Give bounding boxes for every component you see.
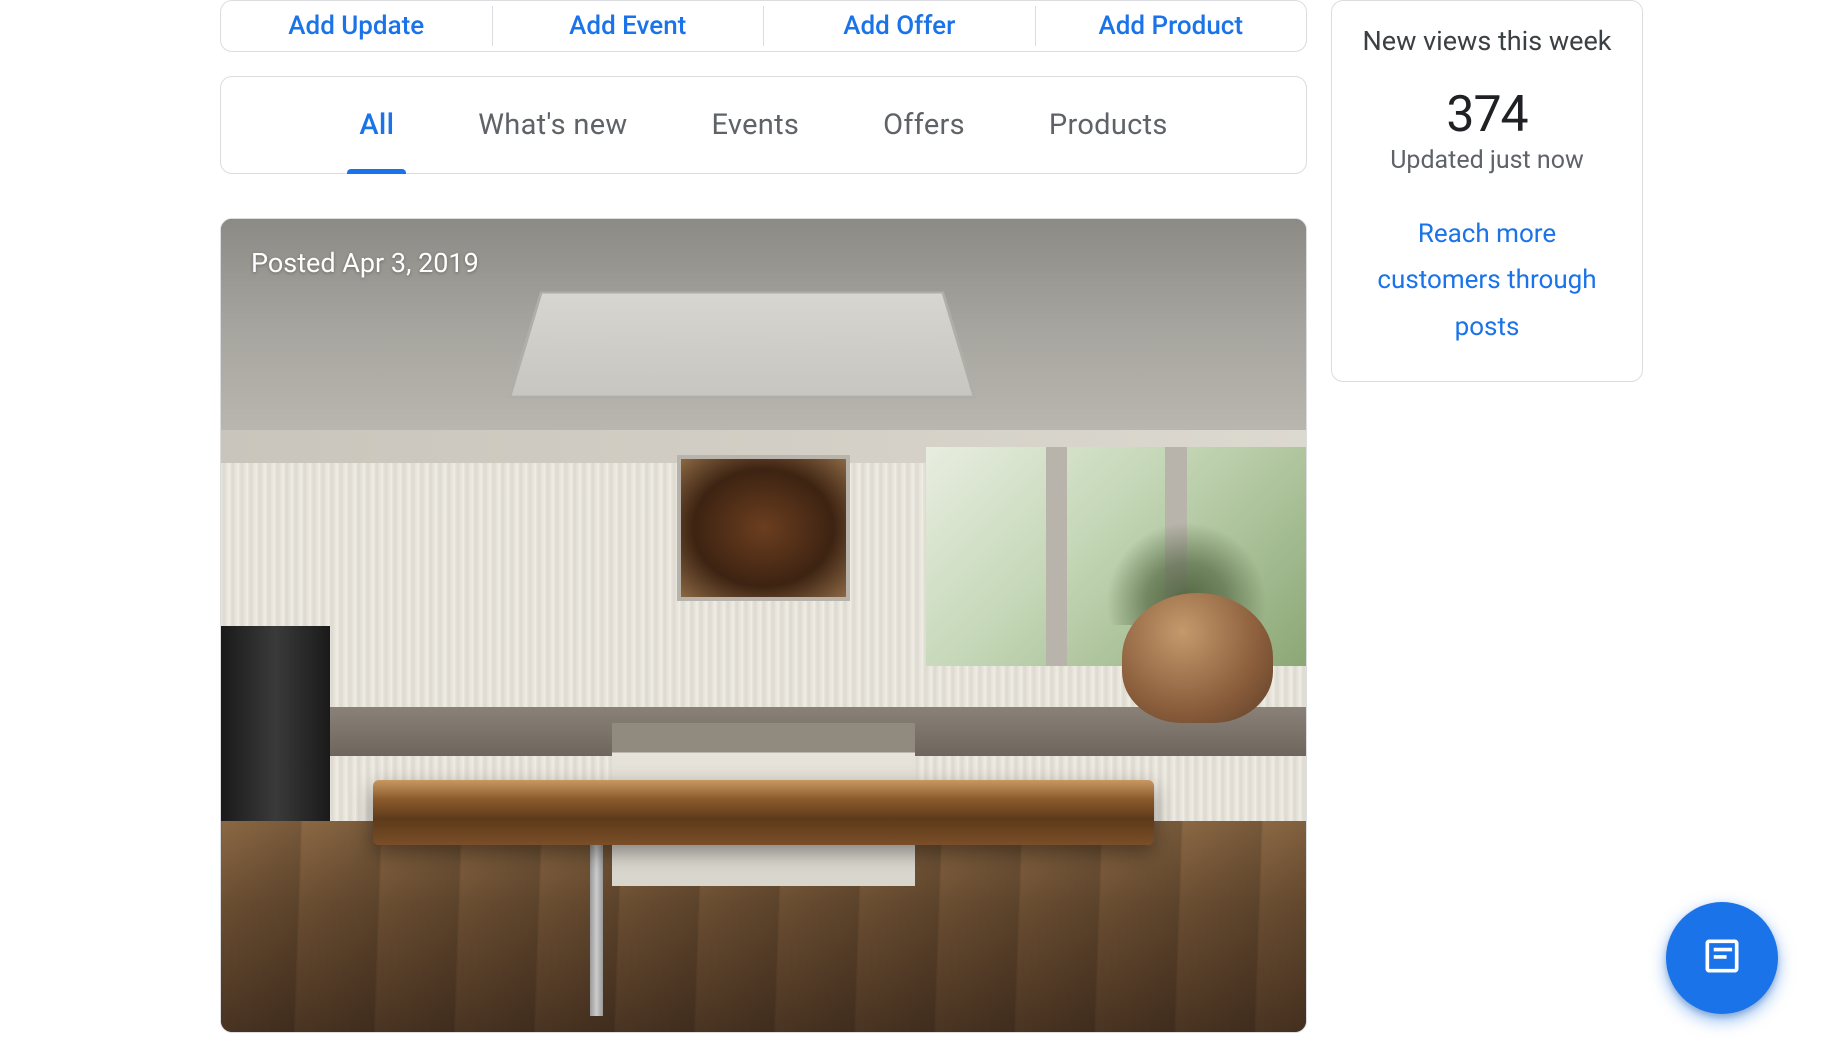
tab-events[interactable]: Events — [704, 78, 808, 172]
tab-whats-new[interactable]: What's new — [470, 78, 635, 172]
tab-all[interactable]: All — [351, 78, 402, 172]
views-title: New views this week — [1356, 21, 1618, 62]
post-icon — [1700, 934, 1744, 982]
create-post-fab[interactable] — [1666, 902, 1778, 1014]
add-update-button[interactable]: Add Update — [221, 3, 492, 49]
action-bar: Add Update Add Event Add Offer Add Produ… — [220, 0, 1307, 52]
tab-products[interactable]: Products — [1041, 78, 1176, 172]
add-event-button[interactable]: Add Event — [493, 3, 764, 49]
post-date-label: Posted Apr 3, 2019 — [251, 247, 479, 279]
tab-offers[interactable]: Offers — [875, 78, 973, 172]
views-updated: Updated just now — [1356, 146, 1618, 175]
views-card: New views this week 374 Updated just now… — [1331, 0, 1643, 382]
post-image — [221, 219, 1306, 1032]
add-offer-button[interactable]: Add Offer — [764, 3, 1035, 49]
reach-customers-link[interactable]: Reach more customers through posts — [1356, 211, 1618, 351]
post-card[interactable]: Posted Apr 3, 2019 — [220, 218, 1307, 1033]
views-count: 374 — [1356, 86, 1618, 144]
tabs-container: All What's new Events Offers Products — [220, 76, 1307, 174]
add-product-button[interactable]: Add Product — [1036, 3, 1307, 49]
